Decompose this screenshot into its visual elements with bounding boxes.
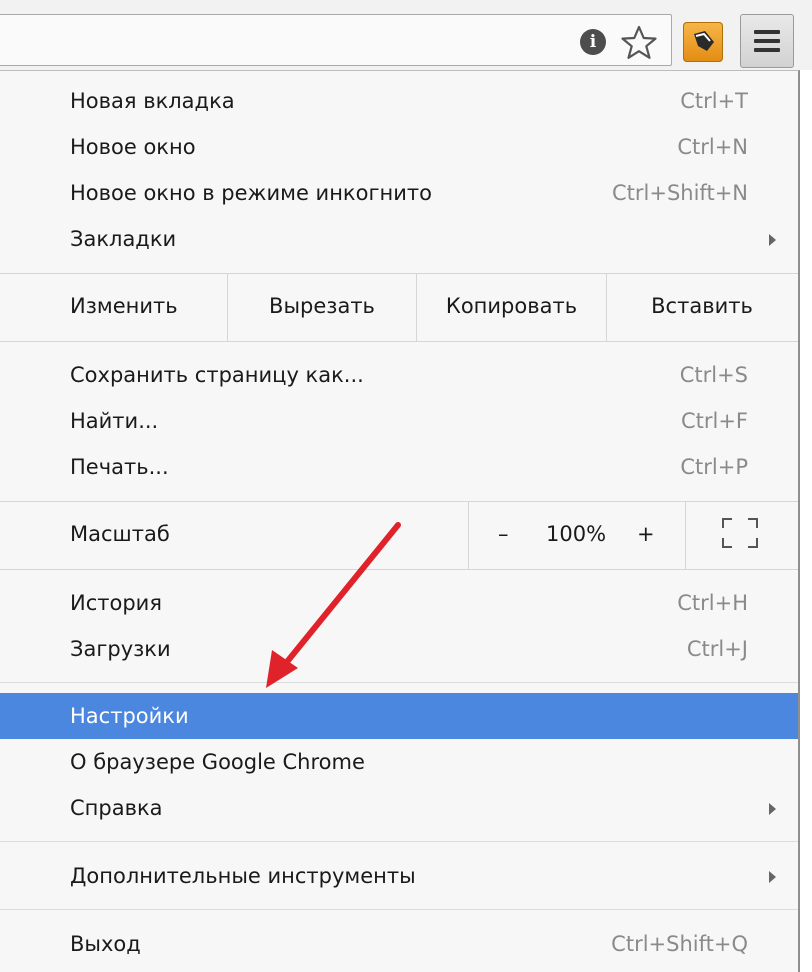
divider xyxy=(0,569,798,570)
menu-icon-bar xyxy=(754,39,780,43)
menu-item-shortcut: Ctrl+J xyxy=(686,637,748,661)
divider xyxy=(0,682,798,683)
menu-item-shortcut: Ctrl+S xyxy=(679,363,748,387)
menu-item-label: Новая вкладка xyxy=(70,89,235,113)
menu-item-shortcut: Ctrl+F xyxy=(680,409,748,433)
fullscreen-icon[interactable] xyxy=(722,518,758,548)
menu-item-shortcut: Ctrl+Shift+N xyxy=(612,181,748,205)
menu-item-settings[interactable]: Настройки xyxy=(0,693,798,739)
zoom-out-button[interactable]: – xyxy=(498,522,509,546)
divider xyxy=(0,501,798,502)
menu-icon-bar xyxy=(754,30,780,34)
menu-item-downloads[interactable]: Загрузки Ctrl+J xyxy=(0,626,798,672)
menu-item-label: Закладки xyxy=(70,227,177,251)
menu-item-label: Настройки xyxy=(70,704,189,728)
zoom-level: 100% xyxy=(546,522,607,546)
menu-item-help[interactable]: Справка xyxy=(0,785,798,831)
menu-item-print[interactable]: Печать... Ctrl+P xyxy=(0,444,798,490)
paste-button[interactable]: Вставить xyxy=(607,294,797,318)
menu-item-bookmarks[interactable]: Закладки xyxy=(0,216,798,262)
menu-item-save-page[interactable]: Сохранить страницу как... Ctrl+S xyxy=(0,352,798,398)
browser-toolbar: i xyxy=(0,0,812,70)
menu-icon-bar xyxy=(754,48,780,52)
menu-item-label: История xyxy=(70,591,162,615)
divider xyxy=(0,341,798,342)
divider xyxy=(0,273,798,274)
submenu-arrow-icon xyxy=(769,803,776,815)
menu-item-find[interactable]: Найти... Ctrl+F xyxy=(0,398,798,444)
menu-item-history[interactable]: История Ctrl+H xyxy=(0,580,798,626)
menu-item-label: Справка xyxy=(70,796,163,820)
zoom-label: Масштаб xyxy=(70,522,170,546)
menu-item-shortcut: Ctrl+H xyxy=(677,591,748,615)
menu-item-label: Загрузки xyxy=(70,637,171,661)
menu-item-label: Дополнительные инструменты xyxy=(70,864,416,888)
menu-item-shortcut: Ctrl+Shift+Q xyxy=(611,932,748,956)
address-bar[interactable] xyxy=(0,14,672,66)
menu-item-label: Сохранить страницу как... xyxy=(70,363,364,387)
menu-item-exit[interactable]: Выход Ctrl+Shift+Q xyxy=(0,921,798,967)
menu-item-label: Найти... xyxy=(70,409,159,433)
menu-item-new-tab[interactable]: Новая вкладка Ctrl+T xyxy=(0,78,798,124)
edit-label: Изменить xyxy=(70,294,178,318)
zoom-in-button[interactable]: + xyxy=(637,522,655,546)
star-icon[interactable] xyxy=(620,24,658,62)
chrome-menu-button[interactable] xyxy=(740,14,794,68)
submenu-arrow-icon xyxy=(769,234,776,246)
divider xyxy=(685,501,686,569)
copy-button[interactable]: Копировать xyxy=(417,294,606,318)
divider xyxy=(0,909,798,910)
info-icon[interactable]: i xyxy=(580,29,606,55)
menu-item-label: Новое окно в режиме инкогнито xyxy=(70,181,432,205)
divider xyxy=(468,501,469,569)
menu-item-incognito-window[interactable]: Новое окно в режиме инкогнито Ctrl+Shift… xyxy=(0,170,798,216)
divider xyxy=(0,841,798,842)
submenu-arrow-icon xyxy=(769,871,776,883)
extension-glyph-icon xyxy=(694,31,714,51)
menu-item-about-chrome[interactable]: О браузере Google Chrome xyxy=(0,739,798,785)
menu-item-new-window[interactable]: Новое окно Ctrl+N xyxy=(0,124,798,170)
menu-item-shortcut: Ctrl+P xyxy=(680,455,748,479)
menu-item-more-tools[interactable]: Дополнительные инструменты xyxy=(0,853,798,899)
menu-item-label: Новое окно xyxy=(70,135,196,159)
menu-item-label: Печать... xyxy=(70,455,169,479)
menu-item-label: О браузере Google Chrome xyxy=(70,750,365,774)
menu-item-label: Выход xyxy=(70,932,141,956)
menu-item-shortcut: Ctrl+N xyxy=(677,135,748,159)
extension-icon[interactable] xyxy=(683,22,723,62)
menu-item-shortcut: Ctrl+T xyxy=(680,89,748,113)
chrome-main-menu: Новая вкладка Ctrl+T Новое окно Ctrl+N Н… xyxy=(0,70,800,972)
cut-button[interactable]: Вырезать xyxy=(228,294,416,318)
